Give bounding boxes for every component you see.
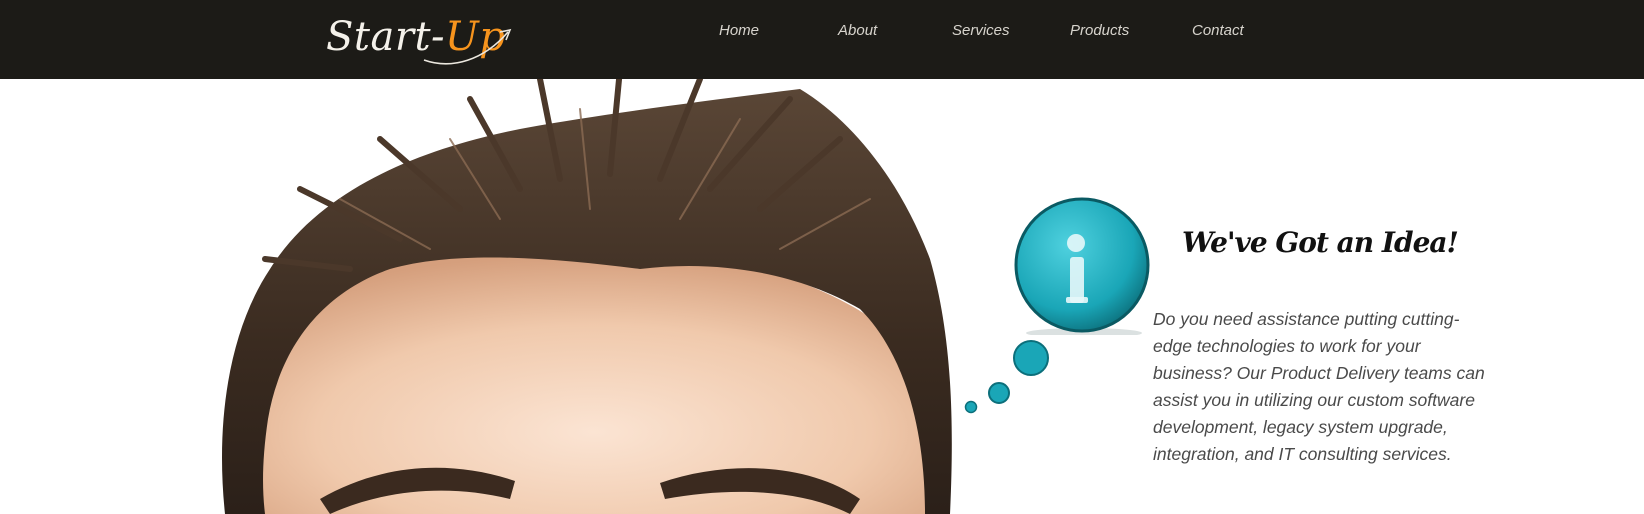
nav-home[interactable]: Home [719,22,759,39]
nav-about[interactable]: About [838,22,877,39]
hero-description: Do you need assistance putting cutting-e… [1153,309,1485,464]
top-navigation-bar: Start-Up Home About Services Products Co… [0,0,1644,79]
nav-contact[interactable]: Contact [1192,22,1244,39]
logo-swoosh-arrow-icon [423,28,512,65]
info-icon [1012,195,1152,338]
nav-products[interactable]: Products [1070,22,1129,39]
hero-headline: We've Got an Idea! [1182,226,1459,259]
start-up-logo[interactable]: Start-Up [326,12,516,68]
nav-services[interactable]: Services [952,22,1010,39]
